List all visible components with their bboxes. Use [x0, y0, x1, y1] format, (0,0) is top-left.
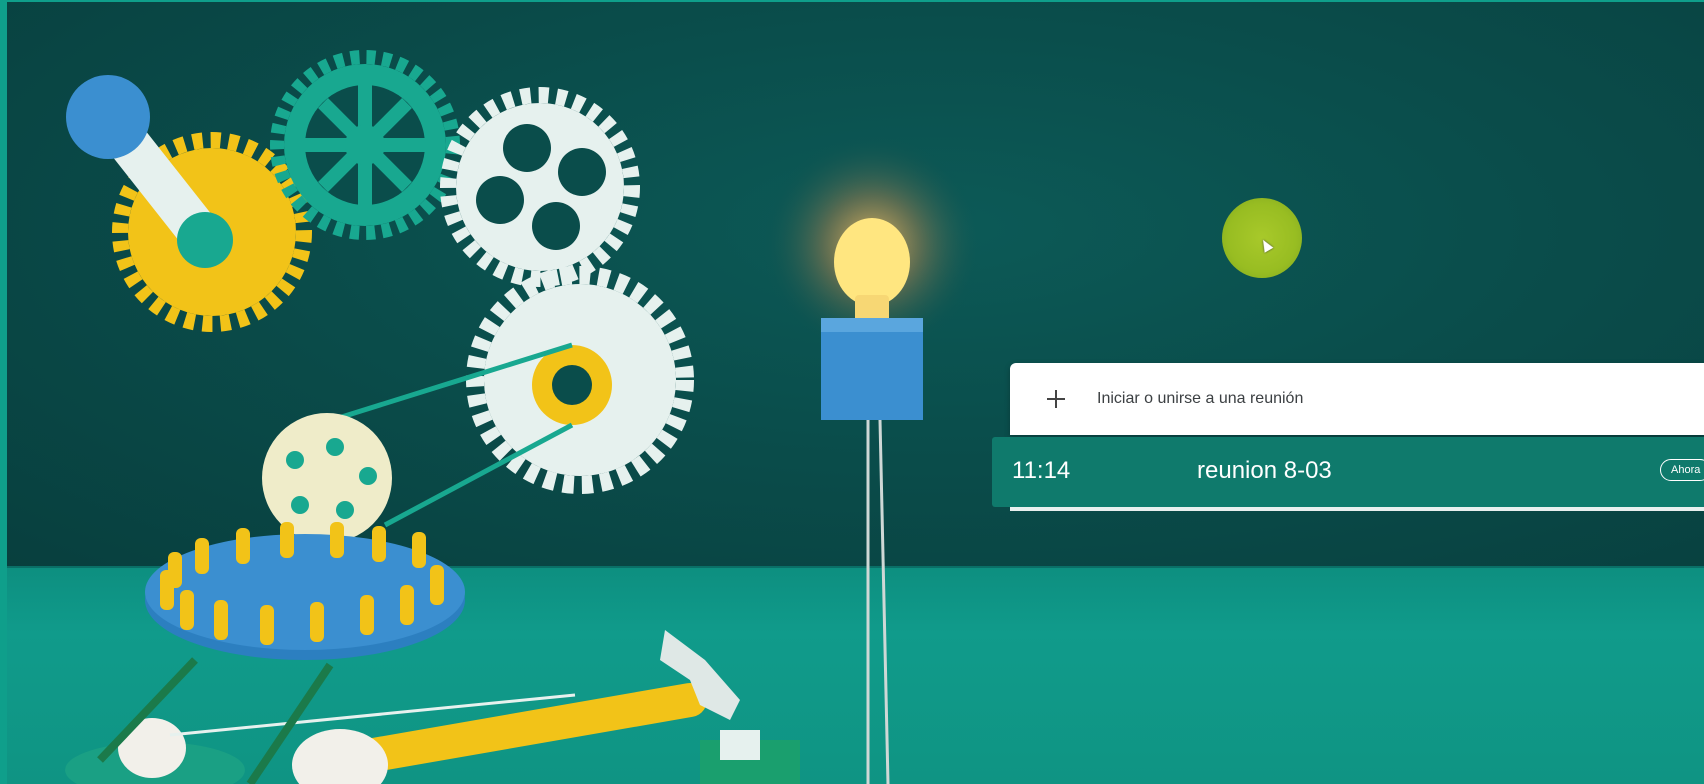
large-white-gear [466, 266, 694, 494]
white-gear-holes [440, 87, 640, 287]
meeting-list-item[interactable]: 11:14 reunion 8-03 Ahora [992, 437, 1704, 507]
window-top-border [0, 0, 1704, 2]
window-left-border [0, 0, 7, 784]
meeting-row-divider [1010, 507, 1704, 511]
meeting-background-scene: Iniciar o unirse a una reunión 11:14 reu… [0, 0, 1704, 784]
status-badge: Ahora [1660, 459, 1704, 481]
cream-disc [262, 413, 392, 543]
join-meeting-label: Iniciar o unirse a una reunión [1097, 390, 1304, 407]
plus-icon [1045, 388, 1067, 410]
meeting-time: 11:14 [1012, 457, 1071, 484]
light-bulb [762, 135, 982, 784]
teal-gear [270, 50, 460, 240]
join-meeting-button[interactable]: Iniciar o unirse a una reunión [1010, 363, 1704, 435]
meeting-title: reunion 8-03 [1197, 457, 1332, 484]
cursor-highlight [1222, 198, 1302, 278]
blue-peg-platform [145, 522, 465, 660]
